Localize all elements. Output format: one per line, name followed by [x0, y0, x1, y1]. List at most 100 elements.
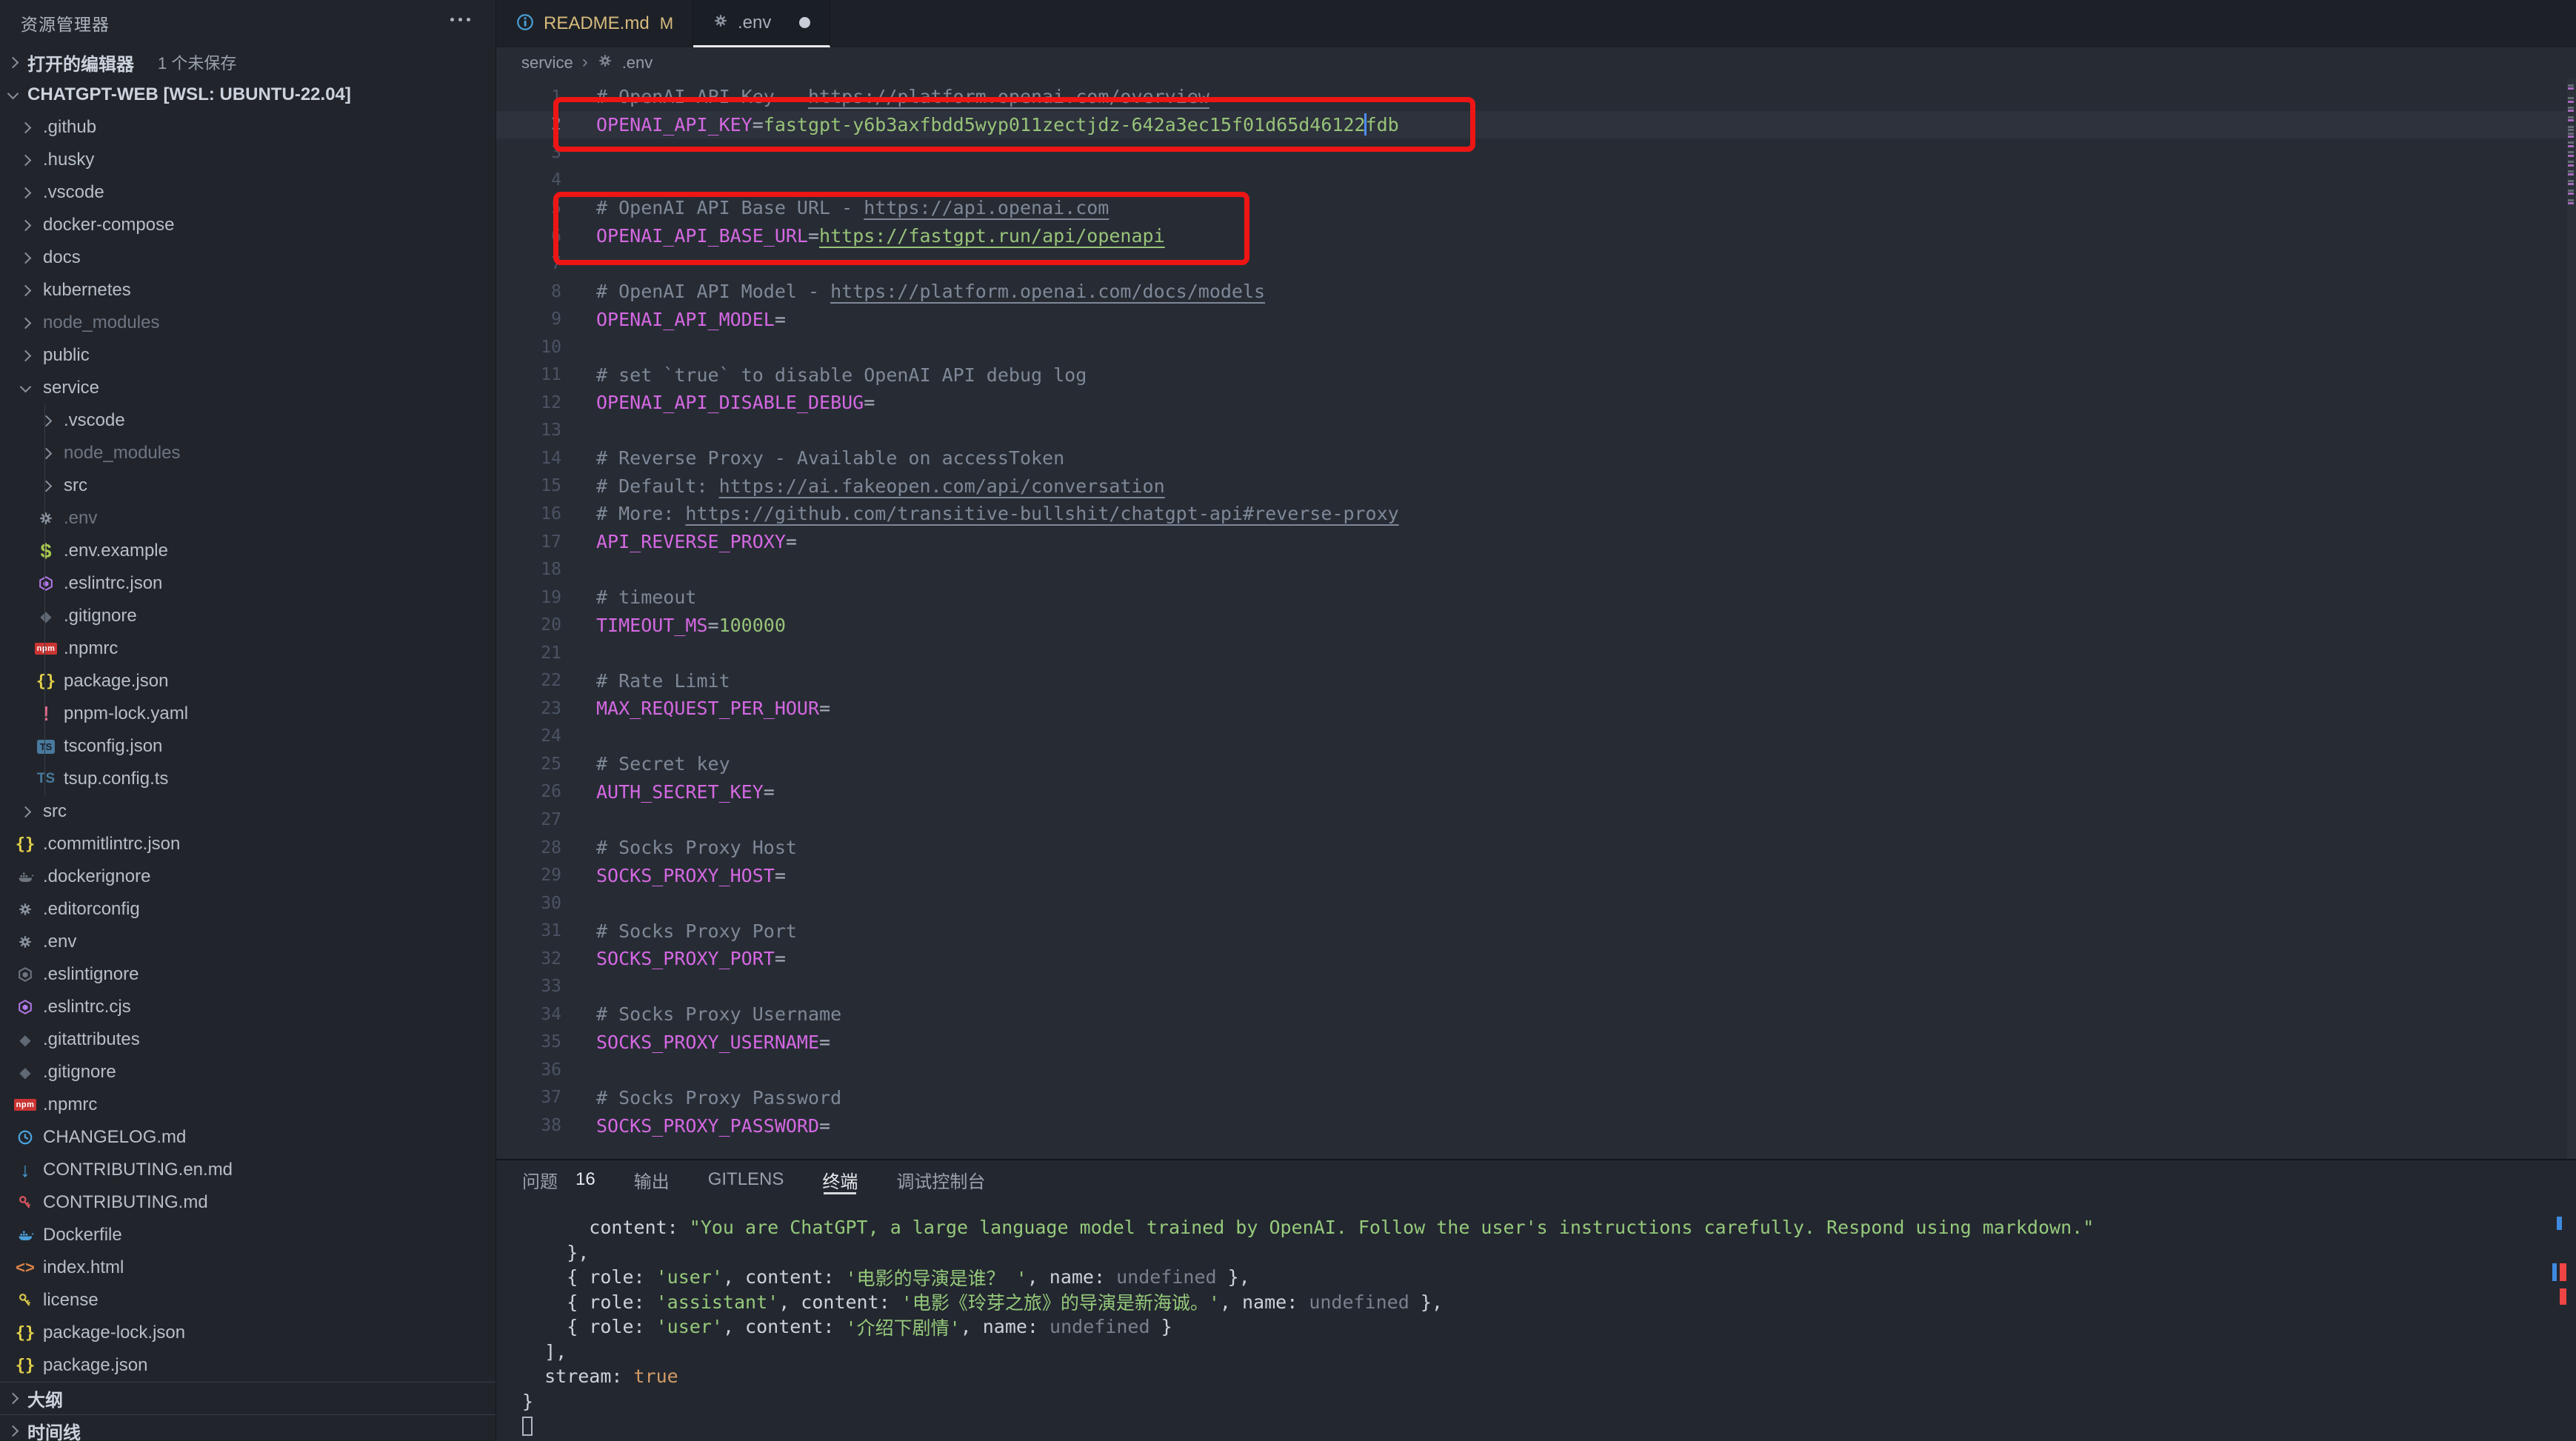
chevron-right-icon: [33, 449, 59, 458]
tree-item[interactable]: node_modules: [0, 307, 495, 339]
chevron-right-icon: [12, 808, 39, 816]
tree-item[interactable]: node_modules: [0, 437, 495, 469]
tree-item[interactable]: .vscode: [0, 176, 495, 209]
tree-item-label: CHANGELOG.md: [43, 1127, 186, 1148]
dirty-dot-icon[interactable]: [799, 17, 810, 28]
panel-tab-调试控制台[interactable]: 调试控制台: [896, 1160, 985, 1199]
editor-tabs: README.md M .env: [496, 0, 2576, 47]
editor-line: 35SOCKS_PROXY_USERNAME=: [496, 1029, 2567, 1057]
tree-item[interactable]: $.env.example: [0, 535, 495, 567]
braces-file-icon: {}: [33, 672, 59, 691]
chevron-down-icon: [7, 87, 19, 99]
line-number: 8: [496, 282, 561, 301]
tree-item[interactable]: {}package.json: [0, 665, 495, 698]
tree-item-label: package-lock.json: [43, 1323, 185, 1343]
eslint-file-icon: [12, 999, 39, 1015]
tree-item[interactable]: .eslintrc.cjs: [0, 991, 495, 1023]
chevron-right-icon: [12, 189, 39, 197]
more-actions-icon[interactable]: [450, 18, 470, 21]
gear-file-icon: [12, 934, 39, 950]
git-modified-mark: M: [660, 14, 673, 33]
tree-item[interactable]: service: [0, 372, 495, 404]
tree-item-label: tsup.config.ts: [64, 769, 168, 789]
tree-item[interactable]: .github: [0, 111, 495, 144]
terminal-line: { role: 'user', content: '介绍下剧情', name: …: [522, 1314, 2576, 1340]
breadcrumb-item-env[interactable]: .env: [622, 53, 653, 73]
tree-item[interactable]: .eslintrc.json: [0, 567, 495, 600]
tree-item[interactable]: .env: [0, 926, 495, 958]
panel-tab-label: 输出: [634, 1167, 670, 1193]
panel-tab-输出[interactable]: 输出: [634, 1160, 670, 1199]
tree-item[interactable]: public: [0, 339, 495, 372]
outline-section-header[interactable]: 大纲: [0, 1382, 495, 1414]
tree-item[interactable]: .dockerignore: [0, 860, 495, 893]
editor-line: 6OPENAI_API_BASE_URL=https://fastgpt.run…: [496, 222, 2567, 250]
tree-item[interactable]: .editorconfig: [0, 893, 495, 926]
line-number: 7: [496, 254, 561, 273]
tree-item[interactable]: ↓CONTRIBUTING.en.md: [0, 1154, 495, 1186]
workspace-header[interactable]: CHATGPT-WEB [WSL: UBUNTU-22.04]: [0, 78, 495, 111]
tree-item[interactable]: .eslintignore: [0, 958, 495, 991]
chevron-right-icon: [12, 287, 39, 295]
tree-item[interactable]: license: [0, 1284, 495, 1317]
tree-item[interactable]: .vscode: [0, 404, 495, 437]
line-number: 11: [496, 365, 561, 384]
breadcrumb-item-service[interactable]: service: [521, 53, 573, 73]
tree-item[interactable]: src: [0, 795, 495, 828]
tree-item[interactable]: <>index.html: [0, 1251, 495, 1284]
code-editor[interactable]: 1# OpenAI API Key - https://platform.ope…: [496, 78, 2576, 1159]
tree-item[interactable]: kubernetes: [0, 274, 495, 307]
tree-item[interactable]: TStsup.config.ts: [0, 763, 495, 795]
editor-line: 14# Reverse Proxy - Available on accessT…: [496, 444, 2567, 472]
tree-item[interactable]: npm.npmrc: [0, 632, 495, 665]
tree-item[interactable]: {}package.json: [0, 1349, 495, 1382]
eslint-file-icon: [33, 575, 59, 592]
terminal[interactable]: content: "You are ChatGPT, a large langu…: [496, 1215, 2576, 1441]
tree-item[interactable]: {}.commitlintrc.json: [0, 828, 495, 860]
workspace-label: CHATGPT-WEB [WSL: UBUNTU-22.04]: [27, 84, 351, 105]
panel-tab-问题[interactable]: 问题16: [522, 1160, 595, 1199]
tree-item[interactable]: CONTRIBUTING.md: [0, 1186, 495, 1219]
tree-item[interactable]: {}package-lock.json: [0, 1317, 495, 1349]
editor-line: 5# OpenAI API Base URL - https://api.ope…: [496, 194, 2567, 222]
tree-item[interactable]: docs: [0, 241, 495, 274]
tree-item[interactable]: .husky: [0, 144, 495, 176]
chevron-right-icon: [7, 1425, 19, 1437]
tree-item[interactable]: TStsconfig.json: [0, 730, 495, 763]
tree-item-label: .github: [43, 117, 96, 138]
tree-item-label: .vscode: [64, 410, 125, 431]
line-number: 2: [496, 115, 561, 134]
tree-item[interactable]: npm.npmrc: [0, 1089, 495, 1121]
editor-line: 3: [496, 138, 2567, 167]
tree-item[interactable]: ◆.gitattributes: [0, 1023, 495, 1056]
tab-env[interactable]: .env: [693, 0, 830, 47]
line-number: 9: [496, 310, 561, 329]
unsaved-badge: 1 个未保存: [158, 50, 236, 74]
tree-item-label: .eslintrc.cjs: [43, 997, 131, 1017]
line-number: 10: [496, 338, 561, 357]
explorer-title: 资源管理器: [21, 10, 110, 36]
git-file-icon: ◆: [33, 607, 59, 626]
line-number: 30: [496, 894, 561, 913]
open-editors-header[interactable]: 打开的编辑器 1 个未保存: [0, 46, 495, 78]
tree-item[interactable]: src: [0, 469, 495, 502]
tree-item[interactable]: Dockerfile: [0, 1219, 495, 1251]
panel-tab-GITLENS[interactable]: GITLENS: [708, 1160, 784, 1199]
line-number: 21: [496, 643, 561, 663]
timeline-section-header[interactable]: 时间线: [0, 1414, 495, 1441]
tree-item[interactable]: CHANGELOG.md: [0, 1121, 495, 1154]
editor-line: 13: [496, 417, 2567, 445]
tree-item[interactable]: !pnpm-lock.yaml: [0, 698, 495, 730]
panel-tab-终端[interactable]: 终端: [822, 1160, 858, 1199]
tree-item[interactable]: ◆.gitignore: [0, 600, 495, 632]
gear-icon: [597, 53, 613, 73]
editor-line: 34# Socks Proxy Username: [496, 1000, 2567, 1029]
line-number: 22: [496, 671, 561, 690]
tree-item[interactable]: ◆.gitignore: [0, 1056, 495, 1089]
tree-item[interactable]: docker-compose: [0, 209, 495, 241]
tab-readme[interactable]: README.md M: [496, 0, 693, 47]
tree-item[interactable]: .env: [0, 502, 495, 535]
minimap[interactable]: [2567, 78, 2576, 1159]
editor-line: 28# Socks Proxy Host: [496, 834, 2567, 862]
editor-area: README.md M .env service › .env 1# OpenA…: [496, 0, 2576, 1441]
